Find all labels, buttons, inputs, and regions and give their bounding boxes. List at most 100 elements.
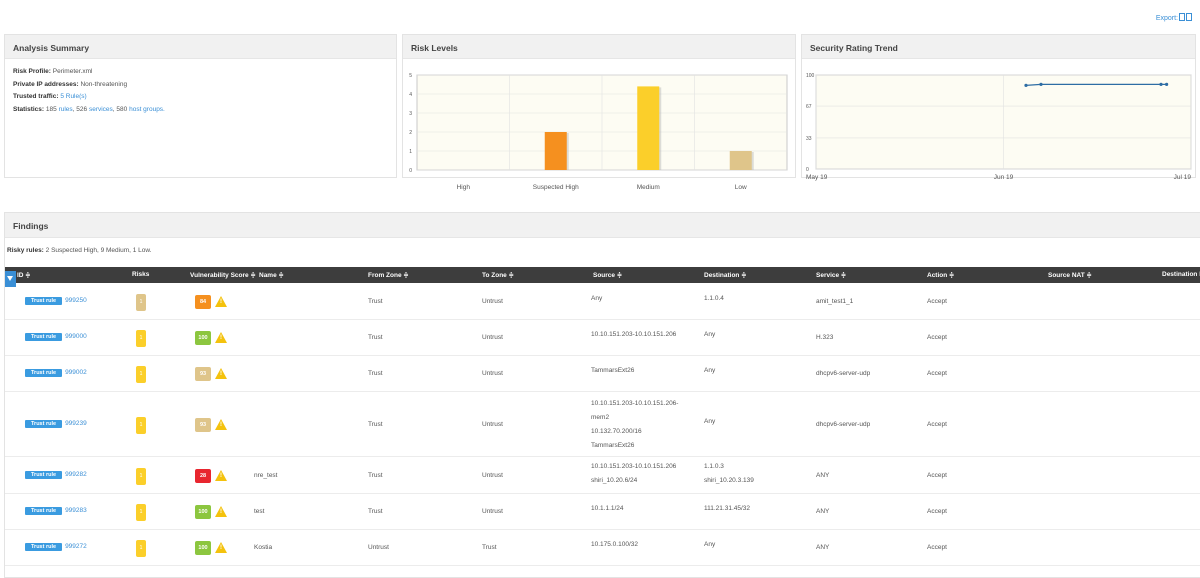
vulnerability-score: 100 [195, 331, 211, 345]
service: ANY [816, 508, 830, 515]
trust-rule-badge: Trust rule [25, 296, 63, 305]
destination: Any [704, 541, 715, 555]
column-header[interactable]: Action ≑ [927, 271, 954, 279]
destination-entry: 111.21.31.45/32 [704, 505, 751, 512]
column-header[interactable]: Source ≑ [593, 271, 622, 279]
source: Any [591, 295, 602, 309]
pdf-icon[interactable] [1179, 13, 1185, 21]
rule-id-link[interactable]: 999239 [65, 420, 87, 427]
panel-title: Risk Levels [403, 35, 795, 59]
column-header[interactable]: From Zone ≑ [368, 271, 409, 279]
source: 10.10.151.203-10.10.151.206 [591, 331, 676, 345]
findings-panel: Findings Risky rules: 2 Suspected High, … [4, 212, 1200, 578]
table-row[interactable]: Trust rule999283 1 100 test Trust Untrust ANY A… [5, 494, 1200, 530]
trend-point [1024, 83, 1028, 87]
source-entry: 10.10.151.203-10.10.151.206 [591, 331, 677, 338]
security-trend-chart: 0 33 67 100 May 19 Jun 19 Jul 19 [806, 73, 1192, 181]
service: H.323 [816, 334, 834, 341]
x-tick-label: Low [735, 184, 747, 191]
table-row[interactable]: Trust rule999250 1 84 Trust Untrust amit_test… [5, 283, 1200, 320]
source-entry: TammarsExt26 [591, 441, 635, 449]
column-header[interactable]: Source NAT ≑ [1048, 271, 1092, 279]
y-tick-label: 33 [806, 136, 812, 142]
column-header[interactable]: Service ≑ [816, 271, 846, 279]
rule-id-link[interactable]: 999283 [65, 507, 87, 514]
column-header[interactable]: Destination N [1162, 271, 1200, 278]
rule-id-cell[interactable]: Trust rule 999283 [25, 507, 87, 515]
table-row[interactable]: Trust rule999239 1 93 Trust Untrust dhcpv6-se… [5, 392, 1200, 457]
rule-id-cell[interactable]: Trust rule 999002 [25, 369, 87, 377]
source-entry: 10.10.151.203-10.10.151.206 [591, 462, 677, 470]
rule-id-cell[interactable]: Trust rule 999250 [25, 296, 87, 305]
rule-id-cell[interactable]: Trust rule 999000 [25, 333, 87, 341]
column-header[interactable]: ID ≑ [17, 271, 31, 279]
source: 10.175.0.100/32 [591, 541, 638, 555]
rule-id-link[interactable]: 999282 [65, 471, 87, 478]
trust-rule-badge: Trust rule [25, 507, 63, 515]
excel-icon[interactable] [1186, 13, 1192, 21]
column-header[interactable]: To Zone ≑ [482, 271, 514, 279]
x-tick-label: Jun 19 [994, 174, 1014, 181]
to-zone: Untrust [482, 420, 503, 428]
from-zone: Trust [368, 471, 383, 479]
risk-indicator: 1 [136, 293, 146, 311]
action: Accept [927, 370, 947, 377]
warning-icon [215, 418, 227, 430]
rule-id-link[interactable]: 999272 [65, 543, 87, 550]
to-zone: Trust [482, 544, 497, 551]
table-row[interactable]: Trust rule999272 1 100 Kostia Untrust Trust AN… [5, 530, 1200, 566]
from-zone: Untrust [368, 544, 389, 551]
action: Accept [927, 420, 947, 428]
source-entry: Any [591, 294, 603, 302]
trust-rule-badge: Trust rule [25, 543, 63, 551]
source: 10.10.151.203-10.10.151.206 shiri_10.20.6… [591, 463, 676, 491]
to-zone: Untrust [482, 471, 503, 479]
trend-point [1039, 82, 1043, 86]
rules-link[interactable]: rules [59, 106, 73, 113]
rule-name: nre_test [254, 471, 278, 479]
summary-body: Risk Profile: Perimeter.xml Private IP a… [13, 68, 165, 113]
trust-rule-badge: Trust rule [25, 470, 63, 479]
column-header[interactable]: Destination ≑ [704, 271, 747, 279]
column-header[interactable]: Name ≑ [259, 271, 284, 279]
source-entry: 10.1.1.1/24 [591, 505, 624, 512]
rule-id-cell[interactable]: Trust rule 999282 [25, 470, 87, 479]
from-zone: Trust [368, 370, 383, 377]
action: Accept [927, 471, 947, 479]
destination: Any [704, 418, 715, 432]
destination: 1.1.0.4 [704, 295, 724, 309]
risk-indicator: 1 [136, 504, 146, 521]
column-header[interactable]: Vulnerability Score ≑ [190, 271, 256, 279]
service: ANY [816, 544, 830, 551]
rule-id-cell[interactable]: Trust rule 999239 [25, 419, 87, 428]
rule-id-link[interactable]: 999002 [65, 369, 87, 376]
table-row[interactable]: Trust rule999002 1 93 Trust Untrust dhcpv6-se… [5, 356, 1200, 392]
trusted-rules-link[interactable]: 5 Rule(s) [60, 93, 86, 100]
y-tick-label: 5 [409, 73, 412, 79]
x-tick-label: Medium [637, 184, 660, 191]
risk-levels-chart: 0 1 2 3 4 5 High Suspected High Medium Low [409, 73, 788, 191]
table-row[interactable]: Trust rule999282 1 28 nre_test Trust Untrust A… [5, 457, 1200, 494]
risk-levels-panel: Risk Levels 0 1 2 3 4 5 High Suspected High Medi… [402, 34, 796, 191]
from-zone: Trust [368, 420, 383, 428]
export-link[interactable]: Export: [1156, 13, 1192, 22]
rule-id-cell[interactable]: Trust rule 999272 [25, 543, 87, 551]
host-groups-link[interactable]: host groups. [129, 106, 165, 113]
to-zone: Untrust [482, 508, 503, 515]
warning-icon [215, 368, 227, 379]
services-link[interactable]: services [89, 106, 113, 113]
column-header[interactable]: Risks [132, 271, 149, 278]
action: Accept [927, 297, 947, 305]
trend-point [1165, 82, 1169, 86]
from-zone: Trust [368, 334, 383, 341]
rule-id-link[interactable]: 999250 [65, 297, 87, 304]
risk-indicator: 1 [136, 366, 146, 383]
service: amit_test1_1 [816, 297, 854, 305]
risk-indicator: 1 [136, 330, 146, 347]
action: Accept [927, 334, 947, 341]
rule-id-link[interactable]: 999000 [65, 333, 87, 340]
warning-icon [215, 506, 227, 517]
table-row[interactable]: Trust rule999000 1 100 Trust Untrust H.323 Acc… [5, 320, 1200, 356]
x-tick-label: May 19 [806, 174, 828, 181]
source-entry: 10.175.0.100/32 [591, 541, 638, 548]
